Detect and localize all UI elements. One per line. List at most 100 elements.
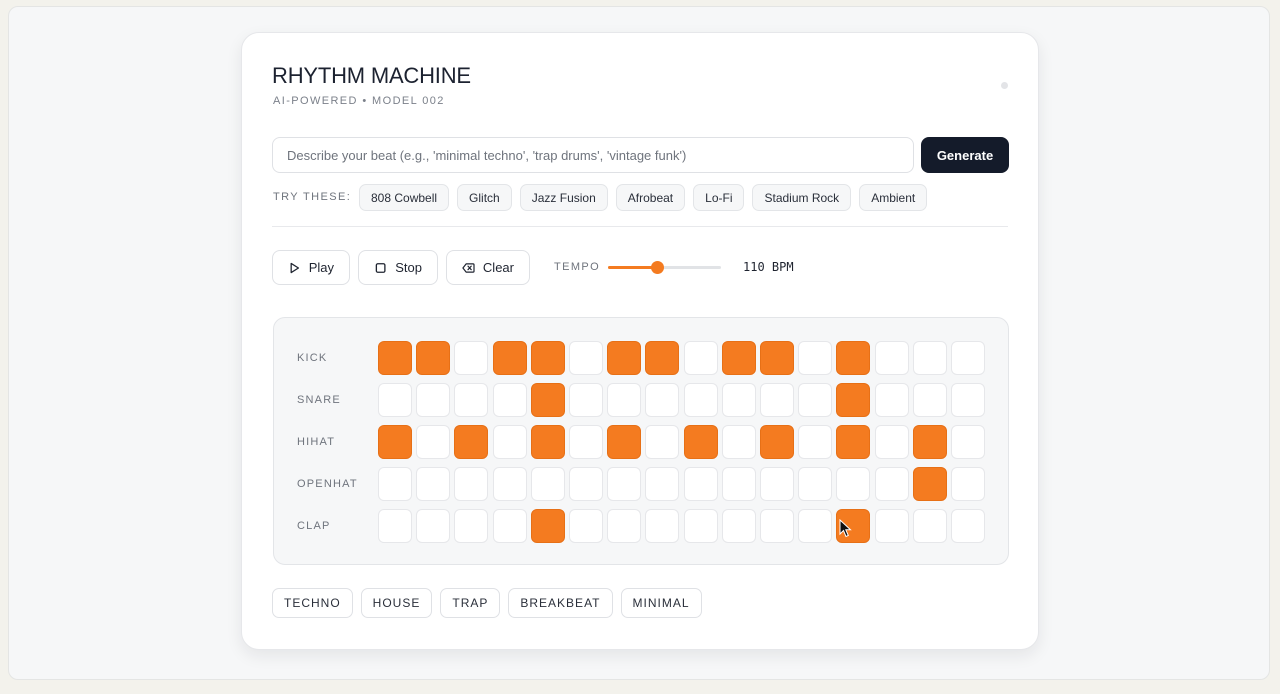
- step-pad[interactable]: [760, 425, 794, 459]
- suggestion-chip[interactable]: Stadium Rock: [752, 184, 852, 211]
- step-pad[interactable]: [569, 341, 603, 375]
- step-pad[interactable]: [721, 467, 756, 501]
- step-pad[interactable]: [798, 341, 833, 375]
- step-pad[interactable]: [645, 509, 680, 543]
- step-pad[interactable]: [874, 341, 909, 375]
- step-pad[interactable]: [416, 383, 451, 417]
- preset-button[interactable]: TECHNO: [272, 588, 353, 618]
- step-pad[interactable]: [951, 425, 985, 459]
- step-pad[interactable]: [721, 383, 756, 417]
- step-pad[interactable]: [530, 383, 565, 417]
- tempo-slider[interactable]: [608, 261, 721, 274]
- step-pad[interactable]: [836, 425, 871, 459]
- step-pad[interactable]: [874, 467, 909, 501]
- preset-button[interactable]: TRAP: [440, 588, 501, 618]
- step-pad[interactable]: [951, 341, 985, 375]
- generate-button[interactable]: Generate: [921, 137, 1009, 173]
- step-pad[interactable]: [492, 509, 527, 543]
- step-pad[interactable]: [569, 383, 603, 417]
- step-pad[interactable]: [760, 467, 794, 501]
- track-label: SNARE: [297, 394, 341, 406]
- suggestion-chip[interactable]: Afrobeat: [615, 184, 686, 211]
- step-pad[interactable]: [454, 509, 489, 543]
- step-pad[interactable]: [912, 509, 947, 543]
- step-pad[interactable]: [798, 425, 833, 459]
- step-pad[interactable]: [569, 509, 603, 543]
- suggestion-chip[interactable]: Jazz Fusion: [519, 184, 608, 211]
- step-pad[interactable]: [492, 341, 527, 375]
- step-pad[interactable]: [721, 509, 756, 543]
- step-pad[interactable]: [836, 341, 871, 375]
- step-pad[interactable]: [912, 341, 947, 375]
- step-pad[interactable]: [760, 383, 794, 417]
- suggestion-chip[interactable]: 808 Cowbell: [359, 184, 450, 211]
- step-pad[interactable]: [492, 383, 527, 417]
- step-pad[interactable]: [645, 425, 680, 459]
- step-pad[interactable]: [721, 341, 756, 375]
- suggestion-chip[interactable]: Lo-Fi: [693, 184, 745, 211]
- step-pad[interactable]: [607, 425, 642, 459]
- step-pad[interactable]: [378, 467, 412, 501]
- step-pad[interactable]: [607, 383, 642, 417]
- step-pad[interactable]: [492, 467, 527, 501]
- step-pad[interactable]: [683, 383, 718, 417]
- step-pad[interactable]: [378, 341, 412, 375]
- suggestion-chip[interactable]: Ambient: [859, 184, 928, 211]
- beat-description-input[interactable]: [272, 137, 914, 173]
- tempo-slider-thumb[interactable]: [650, 261, 664, 274]
- step-pad[interactable]: [798, 509, 833, 543]
- step-pad[interactable]: [760, 341, 794, 375]
- step-pad[interactable]: [683, 467, 718, 501]
- step-pad[interactable]: [721, 425, 756, 459]
- step-pad[interactable]: [530, 467, 565, 501]
- clear-button[interactable]: Clear: [446, 250, 530, 285]
- step-pad[interactable]: [645, 383, 680, 417]
- suggestion-chip[interactable]: Glitch: [457, 184, 512, 211]
- step-pad[interactable]: [416, 341, 451, 375]
- step-pad[interactable]: [836, 467, 871, 501]
- step-pad[interactable]: [912, 383, 947, 417]
- step-pad[interactable]: [454, 425, 489, 459]
- step-pad[interactable]: [798, 383, 833, 417]
- step-pad[interactable]: [416, 467, 451, 501]
- step-pad[interactable]: [607, 509, 642, 543]
- step-pad[interactable]: [951, 467, 985, 501]
- step-pad[interactable]: [874, 509, 909, 543]
- step-pad[interactable]: [454, 467, 489, 501]
- step-pad[interactable]: [836, 383, 871, 417]
- step-pad[interactable]: [378, 425, 412, 459]
- step-pad[interactable]: [874, 425, 909, 459]
- play-button[interactable]: Play: [272, 250, 350, 285]
- step-pad[interactable]: [874, 383, 909, 417]
- step-pad[interactable]: [530, 425, 565, 459]
- step-pad[interactable]: [683, 425, 718, 459]
- step-pad[interactable]: [912, 425, 947, 459]
- step-pad[interactable]: [416, 509, 451, 543]
- step-pad[interactable]: [760, 509, 794, 543]
- preset-button[interactable]: HOUSE: [360, 588, 433, 618]
- step-pad[interactable]: [378, 509, 412, 543]
- step-pad[interactable]: [454, 341, 489, 375]
- step-pad[interactable]: [530, 341, 565, 375]
- step-pad[interactable]: [798, 467, 833, 501]
- step-pad[interactable]: [454, 383, 489, 417]
- preset-button[interactable]: BREAKBEAT: [508, 588, 613, 618]
- step-pad[interactable]: [607, 341, 642, 375]
- track-label: HIHAT: [297, 436, 336, 448]
- step-pad[interactable]: [645, 341, 680, 375]
- step-pad[interactable]: [912, 467, 947, 501]
- step-pad[interactable]: [951, 509, 985, 543]
- step-pad[interactable]: [378, 383, 412, 417]
- step-pad[interactable]: [416, 425, 451, 459]
- step-pad[interactable]: [645, 467, 680, 501]
- step-pad[interactable]: [683, 341, 718, 375]
- step-pad[interactable]: [951, 383, 985, 417]
- step-pad[interactable]: [569, 425, 603, 459]
- step-pad[interactable]: [569, 467, 603, 501]
- step-pad[interactable]: [530, 509, 565, 543]
- step-pad[interactable]: [683, 509, 718, 543]
- step-pad[interactable]: [607, 467, 642, 501]
- stop-button[interactable]: Stop: [358, 250, 438, 285]
- step-pad[interactable]: [492, 425, 527, 459]
- preset-button[interactable]: MINIMAL: [620, 588, 702, 618]
